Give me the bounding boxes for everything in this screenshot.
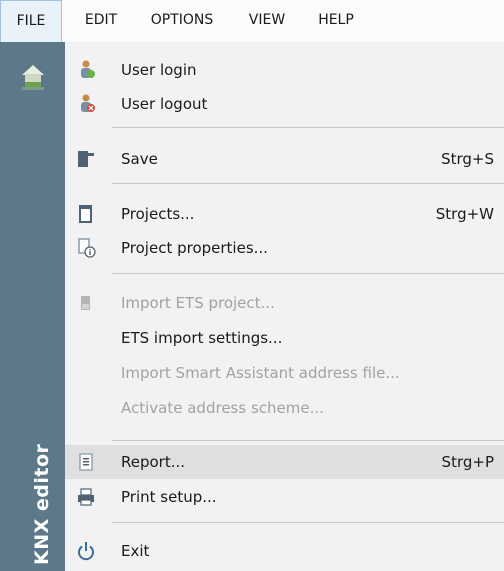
menu-item-print-setup[interactable]: Print setup... bbox=[65, 480, 504, 514]
menu-sidebar: KNX editor bbox=[0, 42, 65, 571]
menu-item-shortcut: Strg+P bbox=[441, 453, 494, 471]
menu-item-label: Import Smart Assistant address file... bbox=[121, 364, 400, 382]
menu-item-project-properties[interactable]: Project properties... bbox=[65, 231, 504, 265]
menu-bar: FILE EDIT OPTIONS VIEW HELP bbox=[0, 0, 504, 43]
menu-edit[interactable]: EDIT bbox=[76, 0, 126, 42]
menu-separator bbox=[112, 183, 504, 184]
user-logout-icon bbox=[81, 94, 95, 112]
file-menu-dropdown: KNX editor User login User logout Save S… bbox=[0, 42, 504, 571]
power-icon bbox=[78, 542, 94, 561]
menu-item-label: Save bbox=[121, 150, 158, 168]
menu-view[interactable]: VIEW bbox=[238, 0, 296, 42]
menu-item-label: Projects... bbox=[121, 205, 195, 223]
menu-item-label: User logout bbox=[121, 95, 208, 113]
menu-separator bbox=[112, 522, 504, 523]
menu-separator bbox=[112, 273, 504, 274]
menu-item-label: Project properties... bbox=[121, 239, 268, 257]
menu-item-label: Activate address scheme... bbox=[121, 399, 324, 417]
menu-item-import-smart-assistant: Import Smart Assistant address file... bbox=[65, 356, 504, 390]
report-icon bbox=[79, 453, 93, 471]
menu-item-user-logout[interactable]: User logout bbox=[65, 87, 504, 121]
project-properties-icon bbox=[78, 238, 96, 258]
menu-item-projects[interactable]: Projects... Strg+W bbox=[65, 197, 504, 231]
menu-item-label: User login bbox=[121, 61, 197, 79]
menu-item-label: Report... bbox=[121, 453, 186, 471]
menu-file[interactable]: FILE bbox=[0, 0, 62, 43]
menu-item-ets-import-settings[interactable]: ETS import settings... bbox=[65, 321, 504, 355]
menu-separator bbox=[112, 127, 504, 128]
menu-item-exit[interactable]: Exit bbox=[65, 534, 504, 568]
app-brand-label: KNX editor bbox=[31, 443, 53, 565]
menu-item-activate-address-scheme: Activate address scheme... bbox=[65, 391, 504, 425]
menu-item-save[interactable]: Save Strg+S bbox=[65, 142, 504, 176]
menu-item-label: ETS import settings... bbox=[121, 329, 283, 347]
menu-help[interactable]: HELP bbox=[308, 0, 364, 42]
menu-item-user-login[interactable]: User login bbox=[65, 53, 504, 87]
printer-icon bbox=[78, 488, 94, 506]
user-login-icon bbox=[81, 60, 95, 78]
projects-icon bbox=[79, 205, 92, 223]
menu-separator bbox=[112, 440, 504, 441]
menu-item-shortcut: Strg+S bbox=[441, 150, 494, 168]
menu-item-label: Import ETS project... bbox=[121, 294, 275, 312]
menu-item-label: Exit bbox=[121, 542, 150, 560]
import-ets-icon bbox=[81, 296, 90, 310]
menu-item-shortcut: Strg+W bbox=[435, 205, 494, 223]
house-icon bbox=[22, 65, 44, 90]
menu-item-import-ets-project: Import ETS project... bbox=[65, 286, 504, 320]
menu-item-label: Print setup... bbox=[121, 488, 217, 506]
save-icon bbox=[78, 151, 94, 167]
menu-options[interactable]: OPTIONS bbox=[138, 0, 226, 42]
menu-item-report[interactable]: Report... Strg+P bbox=[65, 445, 504, 479]
